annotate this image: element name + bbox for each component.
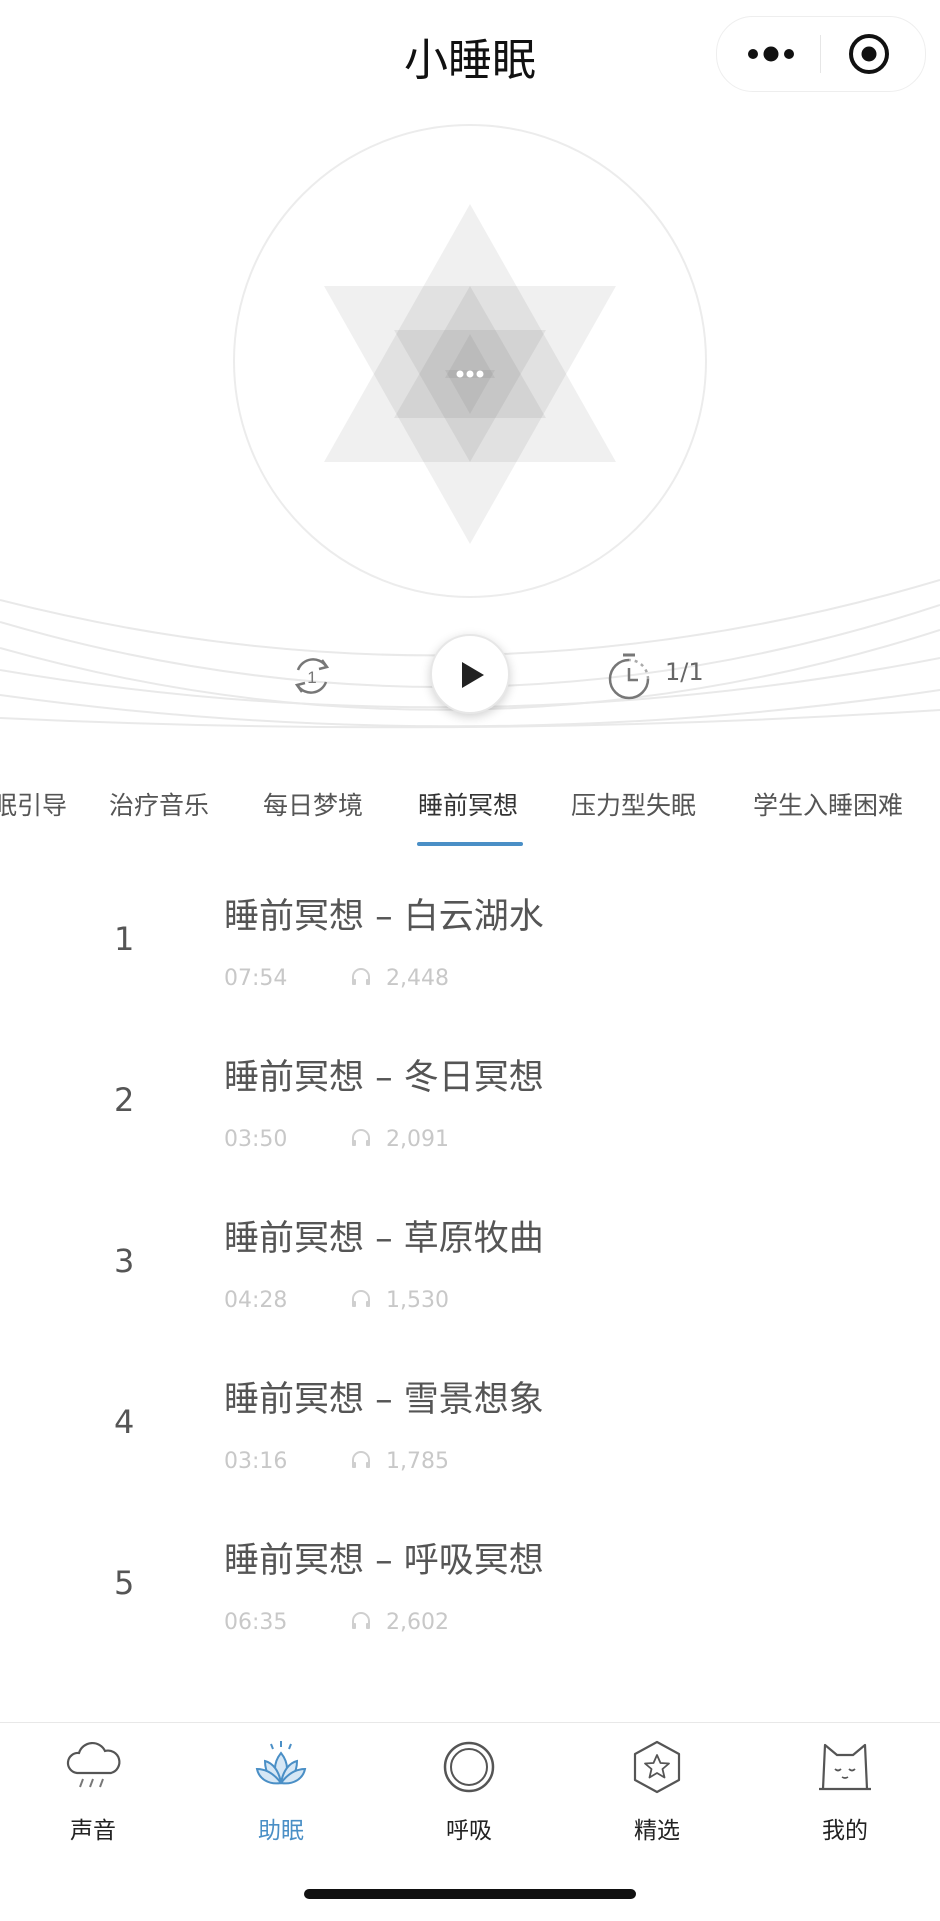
track-plays: 2,448 — [386, 966, 449, 991]
bottom-tab-bar: 声音 助眠 呼吸 精选 我的 — [0, 1722, 940, 1921]
nav-item-breathe[interactable]: 呼吸 — [409, 1737, 529, 1847]
track-plays: 1,530 — [386, 1288, 449, 1313]
hexagram-artwork — [324, 204, 616, 544]
lotus-icon — [255, 1741, 307, 1785]
track-title: 睡前冥想 – 冬日冥想 — [224, 1058, 544, 1098]
cloud-rain-icon — [66, 1741, 121, 1788]
track-duration: 04:28 — [224, 1288, 288, 1313]
header-bar: 小睡眠 — [0, 0, 940, 110]
cat-icon — [819, 1743, 871, 1791]
tab-therapy-music[interactable]: 治疗音乐 — [109, 786, 209, 822]
track-duration: 03:50 — [224, 1127, 288, 1152]
nav-item-featured[interactable]: 精选 — [597, 1737, 717, 1847]
close-target-icon[interactable] — [847, 32, 891, 76]
tab-bedtime-meditation[interactable]: 睡前冥想 — [418, 786, 518, 822]
category-tabs: 眠引导 治疗音乐 每日梦境 睡前冥想 压力型失眠 学生入睡困难 — [0, 760, 940, 850]
tab-student-sleep-difficulty[interactable]: 学生入睡困难 — [753, 786, 903, 822]
nav-label: 我的 — [822, 1818, 868, 1844]
tab-daily-dream[interactable]: 每日梦境 — [263, 786, 363, 822]
list-item[interactable]: 5 睡前冥想 – 呼吸冥想 06:35 2,602 — [0, 1504, 940, 1664]
headphones-icon — [352, 1129, 370, 1146]
repeat-one-icon[interactable]: 1 — [286, 650, 338, 702]
star-hexagon-icon — [633, 1740, 681, 1794]
track-plays: 1,785 — [386, 1449, 449, 1474]
nav-label: 呼吸 — [446, 1818, 492, 1844]
list-item[interactable]: 2 睡前冥想 – 冬日冥想 03:50 2,091 — [0, 1021, 940, 1181]
track-duration: 03:16 — [224, 1449, 288, 1474]
track-title: 睡前冥想 – 白云湖水 — [224, 897, 544, 937]
svg-text:1: 1 — [307, 668, 316, 687]
track-index: 5 — [114, 1564, 135, 1602]
nav-item-sleep-aid[interactable]: 助眠 — [221, 1737, 341, 1847]
timer-count: 1/1 — [665, 658, 704, 686]
track-index: 2 — [114, 1081, 135, 1119]
list-item[interactable]: 4 睡前冥想 – 雪景想象 03:16 1,785 — [0, 1343, 940, 1503]
more-icon[interactable] — [745, 39, 797, 69]
headphones-icon — [352, 1290, 370, 1307]
nav-label: 精选 — [634, 1818, 680, 1844]
track-index: 4 — [114, 1403, 135, 1441]
nav-label: 助眠 — [258, 1818, 304, 1844]
mini-program-capsule — [716, 16, 926, 92]
track-index: 1 — [114, 920, 135, 958]
nav-item-profile[interactable]: 我的 — [785, 1737, 905, 1847]
tab-sleep-guide[interactable]: 眠引导 — [0, 786, 67, 822]
track-duration: 06:35 — [224, 1610, 288, 1635]
track-plays: 2,091 — [386, 1127, 449, 1152]
ring-icon — [443, 1741, 495, 1793]
headphones-icon — [352, 968, 370, 985]
capsule-divider — [820, 35, 821, 73]
headphones-icon — [352, 1612, 370, 1629]
track-title: 睡前冥想 – 草原牧曲 — [224, 1219, 544, 1259]
nav-item-sound[interactable]: 声音 — [33, 1737, 153, 1847]
play-button[interactable] — [430, 634, 510, 714]
nav-label: 声音 — [70, 1818, 116, 1844]
active-tab-indicator — [417, 842, 523, 846]
timer-icon[interactable] — [605, 650, 653, 702]
tab-stress-insomnia[interactable]: 压力型失眠 — [571, 786, 696, 822]
home-indicator — [304, 1889, 636, 1899]
track-title: 睡前冥想 – 雪景想象 — [224, 1380, 544, 1420]
track-duration: 07:54 — [224, 966, 288, 991]
list-item[interactable]: 1 睡前冥想 – 白云湖水 07:54 2,448 — [0, 860, 940, 1020]
player-area: 1 1/1 — [0, 110, 940, 750]
headphones-icon — [352, 1451, 370, 1468]
track-title: 睡前冥想 – 呼吸冥想 — [224, 1541, 544, 1581]
list-item[interactable]: 3 睡前冥想 – 草原牧曲 04:28 1,530 — [0, 1182, 940, 1342]
track-index: 3 — [114, 1242, 135, 1280]
play-icon — [462, 662, 484, 688]
track-plays: 2,602 — [386, 1610, 449, 1635]
